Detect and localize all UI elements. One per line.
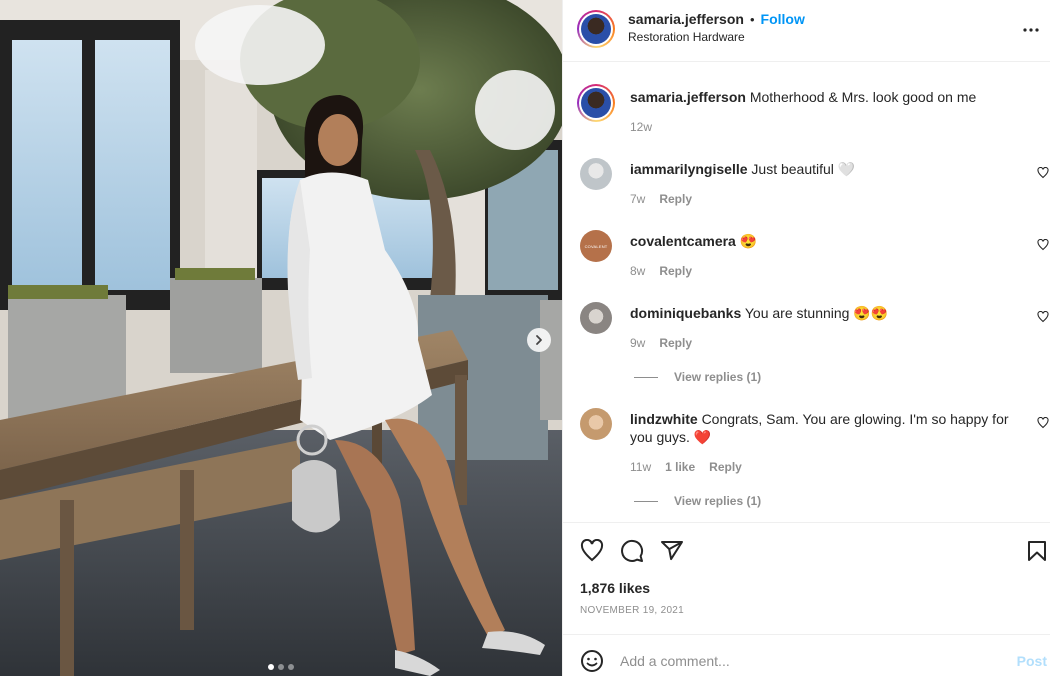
- comment-like-heart-icon[interactable]: [1037, 239, 1049, 251]
- comment-username[interactable]: dominiquebanks: [630, 305, 741, 321]
- reply-button[interactable]: Reply: [659, 192, 692, 206]
- comment-text: 😍: [739, 233, 758, 249]
- author-avatar[interactable]: [577, 10, 615, 48]
- caption-avatar[interactable]: [577, 84, 615, 122]
- comment-time[interactable]: 8w: [630, 264, 645, 278]
- save-bookmark-icon[interactable]: [1025, 539, 1049, 563]
- post-actions: 1,876 likes NOVEMBER 19, 2021: [563, 522, 1050, 634]
- view-replies-button[interactable]: View replies (1): [634, 494, 761, 508]
- replies-divider: [634, 376, 658, 378]
- commenter-avatar[interactable]: [580, 408, 612, 440]
- add-comment-bar: Post: [563, 634, 1050, 676]
- comment-time[interactable]: 11w: [630, 460, 651, 474]
- follow-button[interactable]: Follow: [761, 11, 805, 27]
- comment-time[interactable]: 7w: [630, 192, 645, 206]
- next-slide-button[interactable]: [527, 328, 551, 352]
- post-comment-button[interactable]: Post: [1017, 653, 1047, 669]
- view-replies-button[interactable]: View replies (1): [634, 370, 761, 384]
- carousel-dot: [268, 664, 274, 670]
- likes-count[interactable]: 1,876 likes: [580, 580, 650, 596]
- caption-text: Motherhood & Mrs. look good on me: [749, 89, 977, 105]
- post-details-panel: samaria.jefferson • Follow Restoration H…: [562, 0, 1050, 676]
- comment-time[interactable]: 9w: [630, 336, 645, 350]
- caption-username[interactable]: samaria.jefferson: [630, 89, 746, 105]
- comment-username[interactable]: iammarilyngiselle: [630, 161, 748, 177]
- emoji-icon[interactable]: [580, 649, 604, 673]
- header-separator: •: [749, 11, 755, 27]
- share-paper-plane-icon[interactable]: [660, 539, 684, 563]
- reply-button[interactable]: Reply: [709, 460, 742, 474]
- reply-button[interactable]: Reply: [659, 264, 692, 278]
- carousel-indicator: [0, 664, 562, 670]
- comment-like-heart-icon[interactable]: [1037, 417, 1049, 429]
- like-heart-icon[interactable]: [580, 539, 604, 563]
- carousel-dot: [288, 664, 294, 670]
- reply-button[interactable]: Reply: [659, 336, 692, 350]
- comment-likes-count[interactable]: 1 like: [665, 460, 695, 474]
- caption-time[interactable]: 12w: [630, 120, 652, 134]
- comment-text: Just beautiful 🤍: [751, 161, 856, 177]
- comment-text: You are stunning 😍😍: [744, 305, 889, 321]
- more-icon: [1023, 28, 1039, 32]
- view-replies-label: View replies (1): [674, 494, 762, 508]
- comment-input[interactable]: [620, 647, 1000, 675]
- commenter-avatar[interactable]: [580, 302, 612, 334]
- post-date[interactable]: NOVEMBER 19, 2021: [580, 605, 684, 616]
- comment-username[interactable]: lindzwhite: [630, 411, 698, 427]
- comment-like-heart-icon[interactable]: [1037, 311, 1049, 323]
- post-header: samaria.jefferson • Follow Restoration H…: [563, 0, 1050, 62]
- commenter-avatar[interactable]: COVALENT: [580, 230, 612, 262]
- carousel-dot: [278, 664, 284, 670]
- comment-username[interactable]: covalentcamera: [630, 233, 736, 249]
- comment-bubble-icon[interactable]: [620, 539, 644, 563]
- view-replies-label: View replies (1): [674, 370, 762, 384]
- comments-list[interactable]: samaria.jefferson Motherhood & Mrs. look…: [563, 62, 1050, 522]
- more-options-button[interactable]: [1019, 18, 1043, 42]
- chevron-right-icon: [536, 335, 542, 345]
- replies-divider: [634, 500, 658, 502]
- commenter-avatar-text: COVALENT: [584, 243, 608, 249]
- comment-like-heart-icon[interactable]: [1037, 167, 1049, 179]
- commenter-avatar[interactable]: [580, 158, 612, 190]
- post-location[interactable]: Restoration Hardware: [628, 30, 745, 44]
- author-username[interactable]: samaria.jefferson: [628, 11, 744, 27]
- post-image: [0, 0, 562, 676]
- post-photo[interactable]: [0, 0, 562, 676]
